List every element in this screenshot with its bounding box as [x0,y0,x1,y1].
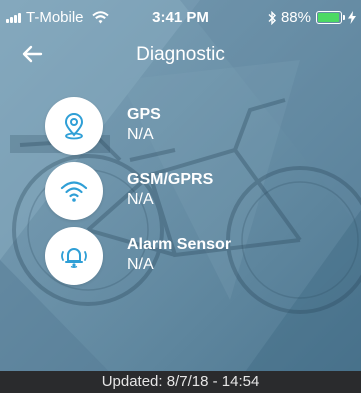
item-value: N/A [127,126,154,143]
item-value: N/A [127,256,154,273]
charging-bolt-icon [348,11,356,24]
status-bar: T-Mobile 3:41 PM 88% [0,0,361,34]
last-updated-footer: Updated: 8/7/18 - 14:54 [0,371,361,393]
diagnostic-screen: T-Mobile 3:41 PM 88% Diagnostic GPS N/A … [0,0,361,393]
location-pin-icon [64,113,84,140]
alarm-icon-circle [45,227,103,285]
bluetooth-icon [268,10,276,25]
diagnostic-item-gsm-gprs[interactable]: GSM/GPRS N/A [45,162,345,222]
page-title: Diagnostic [136,44,225,65]
item-label: GSM/GPRS [127,171,214,188]
gps-icon-circle [45,97,103,155]
battery-tip [343,15,345,20]
battery-icon [316,11,342,24]
item-label: GPS [127,106,161,123]
wifi-signal-icon [60,181,88,202]
navigation-bar: Diagnostic [0,34,361,74]
item-value: N/A [127,191,154,208]
diagnostic-item-gps[interactable]: GPS N/A [45,97,345,157]
diagnostic-item-alarm-sensor[interactable]: Alarm Sensor N/A [45,227,345,287]
gsm-icon-circle [45,162,103,220]
item-label: Alarm Sensor [127,236,232,253]
bell-icon [61,248,87,268]
battery-percent: 88% [280,9,311,26]
battery-level-fill [318,13,340,22]
